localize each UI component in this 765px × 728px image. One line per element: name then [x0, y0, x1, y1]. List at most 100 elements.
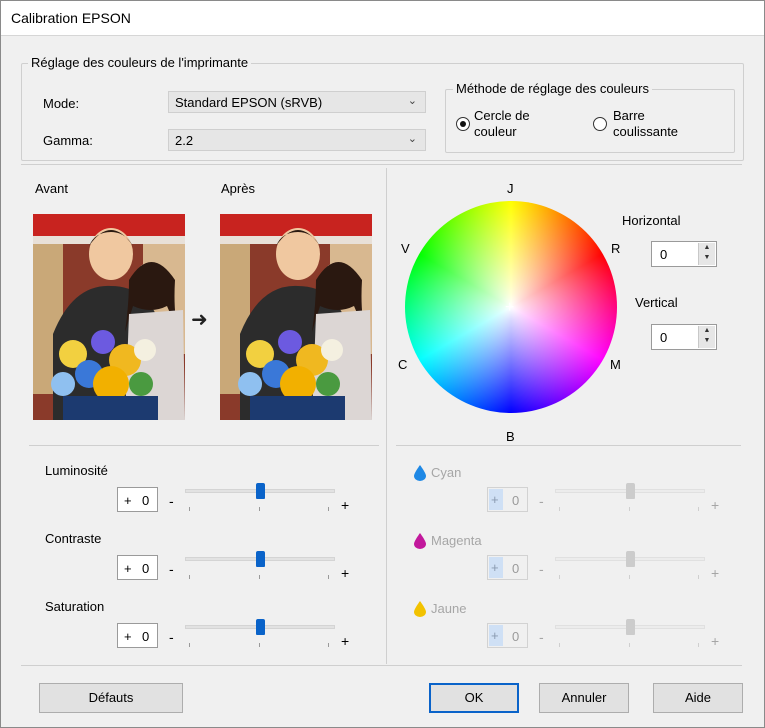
slider-bar-radio[interactable]: [593, 117, 607, 131]
gamma-value: 2.2: [175, 133, 194, 148]
cyan-value-field[interactable]: +0: [487, 487, 528, 512]
horizontal-spinbox[interactable]: 0 ▲ ▼: [651, 241, 717, 267]
vertical-spinbox[interactable]: 0 ▲ ▼: [651, 324, 717, 350]
saturation-slider-thumb[interactable]: [255, 619, 265, 635]
cancel-button[interactable]: Annuler: [539, 683, 629, 713]
minus-label: -: [169, 629, 174, 645]
divider: [396, 445, 741, 446]
cyan-label: Cyan: [431, 465, 462, 480]
gamma-dropdown[interactable]: 2.2 ⌄: [168, 129, 426, 151]
saturation-label: Saturation: [45, 599, 105, 614]
spin-arrows-icon[interactable]: ▲ ▼: [698, 243, 715, 265]
contraste-value-field[interactable]: +0: [117, 555, 158, 580]
tick-mark: [189, 507, 190, 511]
tick-mark: [328, 575, 329, 579]
window-title: Calibration EPSON: [11, 10, 131, 26]
luminosite-label: Luminosité: [45, 463, 108, 478]
tick-mark: [189, 643, 190, 647]
divider: [21, 665, 742, 666]
gamma-label: Gamma:: [43, 133, 93, 148]
mode-label: Mode:: [43, 96, 80, 111]
ink-drop-icon: [414, 533, 426, 552]
tick-mark: [629, 507, 630, 511]
before-preview-image: [33, 214, 185, 420]
value: 0: [512, 561, 520, 576]
sign: +: [124, 561, 132, 576]
dialog-window: Calibration EPSON Réglage des couleurs d…: [0, 0, 765, 728]
sign: +: [489, 489, 503, 510]
minus-label: -: [169, 561, 174, 577]
jaune-slider-thumb[interactable]: [625, 619, 635, 635]
cyan-slider-thumb[interactable]: [625, 483, 635, 499]
sign: +: [489, 625, 503, 646]
tick-mark: [629, 643, 630, 647]
divider: [21, 164, 742, 165]
defaults-button[interactable]: Défauts: [39, 683, 183, 713]
minus-label: -: [169, 493, 174, 509]
slider-bar-radio-label[interactable]: Barre coulissante: [613, 108, 678, 140]
plus-label: +: [711, 633, 720, 649]
wheel-label-lower-right: M: [610, 357, 621, 372]
tick-mark: [328, 507, 329, 511]
tick-mark: [559, 507, 560, 511]
tick-mark: [328, 643, 329, 647]
spin-arrows-icon[interactable]: ▲ ▼: [698, 326, 715, 348]
tick-mark: [559, 575, 560, 579]
value: 0: [512, 629, 520, 644]
crosshair-icon[interactable]: +: [505, 299, 514, 317]
minus-label: -: [539, 493, 544, 509]
method-legend: Méthode de réglage des couleurs: [453, 81, 652, 96]
tick-mark: [698, 507, 699, 511]
chevron-down-icon: ⌄: [407, 133, 417, 145]
vertical-label: Vertical: [635, 295, 678, 310]
tick-mark: [259, 507, 260, 511]
wheel-label-bottom: B: [506, 429, 515, 444]
value: 0: [142, 561, 150, 576]
magenta-label: Magenta: [431, 533, 482, 548]
tick-mark: [698, 575, 699, 579]
value: 0: [512, 493, 520, 508]
plus-label: +: [711, 565, 720, 581]
contraste-slider-thumb[interactable]: [255, 551, 265, 567]
after-label: Après: [221, 181, 255, 196]
color-circle-radio-label[interactable]: Cercle de couleur: [474, 108, 530, 140]
sign: +: [489, 557, 503, 578]
jaune-label: Jaune: [431, 601, 467, 616]
plus-label: +: [341, 497, 350, 513]
wheel-label-top: J: [507, 181, 514, 196]
sign: +: [124, 493, 132, 508]
wheel-label-left: V: [401, 241, 410, 256]
luminosite-slider-thumb[interactable]: [255, 483, 265, 499]
wheel-label-lower-left: C: [398, 357, 408, 372]
arrow-right-icon: ➜: [191, 309, 208, 331]
magenta-slider-thumb[interactable]: [625, 551, 635, 567]
value: 0: [142, 629, 150, 644]
tick-mark: [698, 643, 699, 647]
before-label: Avant: [35, 181, 69, 196]
plus-label: +: [341, 633, 350, 649]
contraste-label: Contraste: [45, 531, 102, 546]
jaune-value-field[interactable]: +0: [487, 623, 528, 648]
sign: +: [124, 629, 132, 644]
saturation-value-field[interactable]: +0: [117, 623, 158, 648]
magenta-value-field[interactable]: +0: [487, 555, 528, 580]
luminosite-value-field[interactable]: +0: [117, 487, 158, 512]
tick-mark: [259, 575, 260, 579]
after-preview-image: [220, 214, 372, 420]
wheel-label-right: R: [611, 241, 621, 256]
printer-colors-legend: Réglage des couleurs de l'imprimante: [28, 55, 252, 70]
mode-value: Standard EPSON (sRVB): [175, 95, 323, 110]
plus-label: +: [711, 497, 720, 513]
minus-label: -: [539, 629, 544, 645]
divider: [29, 445, 379, 446]
color-circle-radio[interactable]: [456, 117, 470, 131]
help-button[interactable]: Aide: [653, 683, 743, 713]
tick-mark: [629, 575, 630, 579]
mode-dropdown[interactable]: Standard EPSON (sRVB) ⌄: [168, 91, 426, 113]
title-bar: Calibration EPSON: [1, 1, 764, 36]
horizontal-label: Horizontal: [622, 213, 681, 228]
ok-button[interactable]: OK: [429, 683, 519, 713]
minus-label: -: [539, 561, 544, 577]
tick-mark: [189, 575, 190, 579]
ink-drop-icon: [414, 465, 426, 484]
